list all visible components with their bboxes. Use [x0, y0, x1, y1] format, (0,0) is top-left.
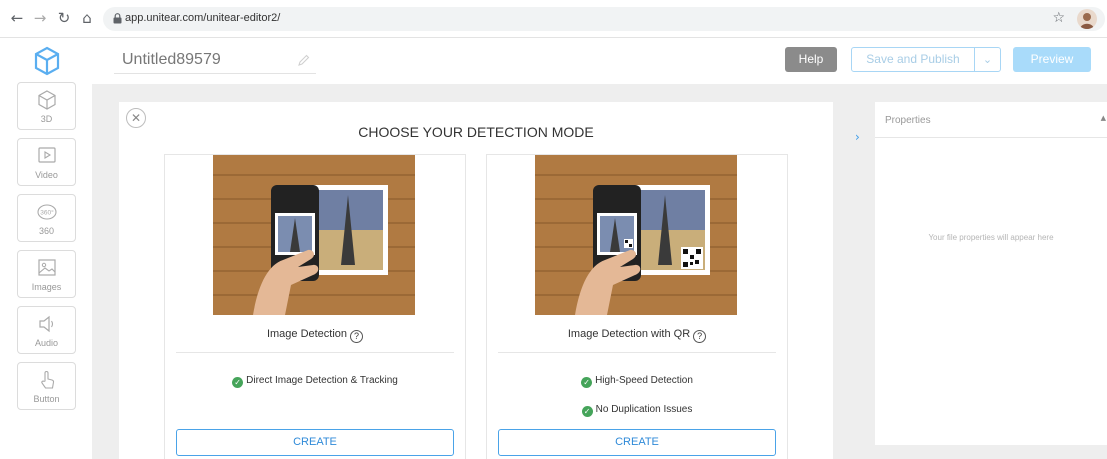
- properties-panel: Properties Your file properties will app…: [875, 102, 1107, 445]
- check-icon: ✓: [581, 406, 593, 417]
- home-icon[interactable]: ⌂: [78, 9, 96, 27]
- question-icon[interactable]: ?: [350, 330, 364, 343]
- feature-item: ✓ Direct Image Detection & Tracking: [165, 375, 465, 388]
- tool-label: 360: [38, 226, 55, 236]
- properties-empty-text: Your file properties will appear here: [928, 233, 1054, 242]
- feature-item: ✓ No Duplication Issues: [487, 404, 787, 417]
- check-icon: ✓: [232, 377, 244, 388]
- tool-label: 3D: [40, 114, 53, 124]
- card-title-text: Image Detection with QR: [567, 328, 691, 340]
- tool-images[interactable]: Images: [17, 250, 76, 298]
- tool-360[interactable]: 360° 360: [17, 194, 76, 242]
- avatar[interactable]: [1077, 9, 1097, 29]
- feature-text: High-Speed Detection: [595, 375, 693, 386]
- chevron-right-icon[interactable]: ›: [855, 130, 875, 152]
- video-icon: [38, 147, 56, 163]
- card-title: Image Detection?: [165, 328, 465, 343]
- properties-header: Properties: [875, 102, 1107, 138]
- image-detection-qr-card[interactable]: Image Detection with QR? ✓ High-Speed Det…: [486, 154, 788, 459]
- save-and-publish-button[interactable]: Save and Publish: [851, 47, 975, 72]
- browser-toolbar: ← → ↻ ⌂ app.unitear.com/unitear-editor2/…: [0, 0, 1107, 38]
- tool-label: Audio: [34, 338, 59, 348]
- scroll-up-icon[interactable]: ▲: [1101, 114, 1106, 122]
- address-bar[interactable]: app.unitear.com/unitear-editor2/ ☆: [103, 7, 1105, 31]
- properties-title: Properties: [885, 115, 931, 126]
- pencil-icon[interactable]: [297, 54, 310, 67]
- arrow-right-icon[interactable]: →: [31, 9, 49, 27]
- editor-header: Untitled89579 Help Save and Publish ⌄ Pr…: [92, 38, 1107, 84]
- create-image-detection-qr-button[interactable]: CREATE: [498, 429, 776, 456]
- project-title-field[interactable]: Untitled89579: [114, 48, 316, 74]
- tool-video[interactable]: Video: [17, 138, 76, 186]
- tool-sidebar: 3D Video 360° 360 Images Audio Button: [0, 38, 92, 459]
- cube-icon: [38, 90, 56, 110]
- tool-label: Images: [31, 282, 62, 292]
- tool-button[interactable]: Button: [17, 362, 76, 410]
- image-icon: [38, 259, 56, 276]
- speaker-icon: [39, 315, 54, 333]
- question-icon[interactable]: ?: [693, 330, 707, 343]
- arrow-left-icon[interactable]: ←: [8, 9, 26, 27]
- feature-item: ✓ High-Speed Detection: [487, 375, 787, 388]
- image-detection-card[interactable]: Image Detection? ✓ Direct Image Detection…: [164, 154, 466, 459]
- lock-icon: [113, 13, 122, 24]
- check-icon: ✓: [581, 377, 593, 388]
- tool-label: Video: [35, 170, 58, 180]
- touch-icon: [41, 371, 55, 389]
- card-title: Image Detection with QR?: [487, 328, 787, 343]
- divider: [498, 352, 776, 353]
- create-image-detection-button[interactable]: CREATE: [176, 429, 454, 456]
- image-detection-qr-illustration: [535, 155, 737, 315]
- tool-label: Button: [33, 394, 60, 404]
- svg-text:360°: 360°: [40, 209, 54, 217]
- detection-mode-dialog: ✕ CHOOSE YOUR DETECTION MODE Image Detec…: [119, 102, 833, 459]
- tool-3d[interactable]: 3D: [17, 82, 76, 130]
- unitear-logo-icon[interactable]: [34, 46, 60, 76]
- project-title[interactable]: Untitled89579: [122, 51, 221, 69]
- 360-icon: 360°: [37, 204, 57, 220]
- reload-icon[interactable]: ↻: [55, 9, 73, 27]
- bookmark-star-icon[interactable]: ☆: [1052, 10, 1065, 26]
- chevron-down-icon[interactable]: ⌄: [974, 47, 1001, 72]
- help-button[interactable]: Help: [785, 47, 837, 72]
- divider: [176, 352, 454, 353]
- preview-button[interactable]: Preview: [1013, 47, 1091, 72]
- feature-text: Direct Image Detection & Tracking: [246, 375, 398, 386]
- feature-text: No Duplication Issues: [595, 404, 693, 415]
- tool-audio[interactable]: Audio: [17, 306, 76, 354]
- image-detection-illustration: [213, 155, 415, 315]
- url-text: app.unitear.com/unitear-editor2/: [125, 12, 281, 24]
- workspace: ✕ CHOOSE YOUR DETECTION MODE Image Detec…: [92, 84, 1107, 459]
- dialog-title: CHOOSE YOUR DETECTION MODE: [358, 124, 594, 140]
- card-title-text: Image Detection: [266, 328, 348, 340]
